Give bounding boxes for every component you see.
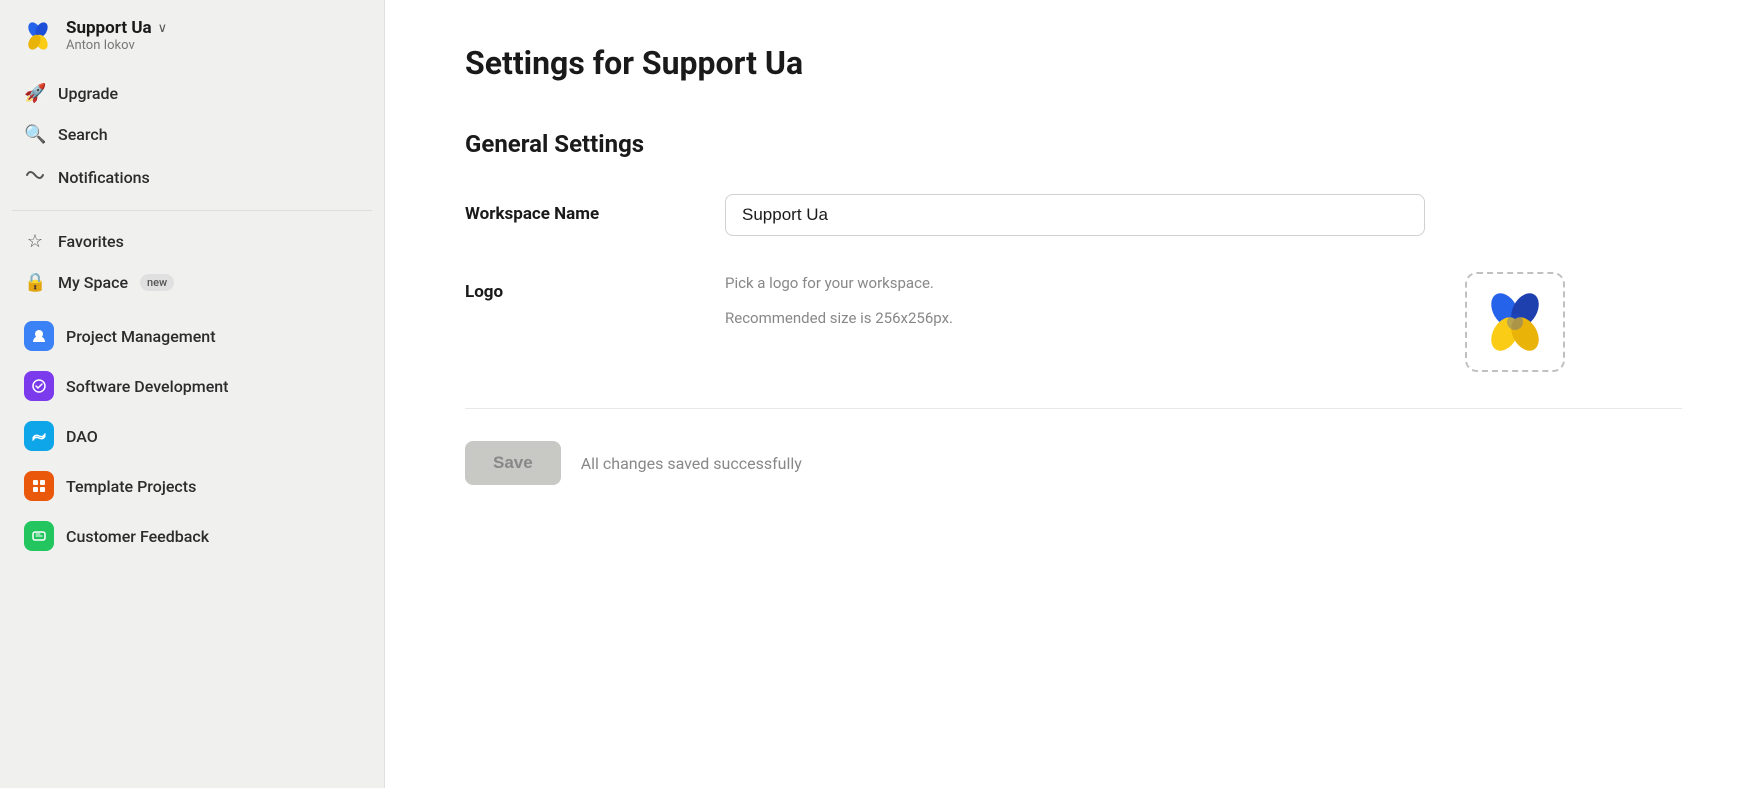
save-button[interactable]: Save (465, 441, 561, 485)
workspace-info: Support Ua ∨ Anton Iokov (66, 18, 167, 53)
sidebar-item-dao-label: DAO (66, 427, 98, 446)
workspace-name-input[interactable] (725, 194, 1425, 236)
section-title: General Settings (465, 130, 1682, 158)
notifications-icon (24, 165, 46, 190)
logo-preview[interactable] (1465, 272, 1565, 372)
sidebar-item-dao[interactable]: DAO (10, 411, 374, 461)
workspace-name-row: Workspace Name (465, 194, 1682, 236)
section-divider (465, 408, 1682, 409)
sidebar-item-my-space-label: My Space (58, 273, 128, 292)
sidebar-item-customer-feedback-label: Customer Feedback (66, 527, 209, 546)
sidebar-item-search-label: Search (58, 125, 108, 144)
logo-description-line2: Recommended size is 256x256px. (725, 307, 1425, 330)
sidebar: Support Ua ∨ Anton Iokov 🚀 Upgrade 🔍 Sea… (0, 0, 385, 788)
workspace-logo-icon (22, 20, 54, 52)
sidebar-item-favorites-label: Favorites (58, 232, 124, 251)
sidebar-item-project-management[interactable]: Project Management (10, 311, 374, 361)
workspace-name-control (725, 194, 1425, 236)
save-success-message: All changes saved successfully (581, 454, 802, 473)
chevron-down-icon: ∨ (158, 21, 168, 36)
template-projects-icon (24, 471, 54, 501)
sidebar-item-notifications[interactable]: Notifications (10, 155, 374, 200)
sidebar-item-upgrade[interactable]: 🚀 Upgrade (10, 73, 374, 114)
sidebar-item-favorites[interactable]: ☆ Favorites (10, 221, 374, 262)
lock-icon: 🔒 (24, 272, 46, 293)
workspace-user-label: Anton Iokov (66, 38, 167, 53)
logo-label: Logo (465, 272, 685, 302)
project-management-icon (24, 321, 54, 351)
main-content: Settings for Support Ua General Settings… (385, 0, 1762, 788)
sidebar-item-customer-feedback[interactable]: Customer Feedback (10, 511, 374, 561)
sidebar-nav-mid: ☆ Favorites 🔒 My Space new (0, 217, 384, 307)
logo-row: Logo Pick a logo for your workspace. Rec… (465, 272, 1682, 372)
save-row: Save All changes saved successfully (465, 441, 1682, 485)
sidebar-item-search[interactable]: 🔍 Search (10, 114, 374, 155)
sidebar-item-template-projects-label: Template Projects (66, 477, 196, 496)
sidebar-divider-1 (12, 210, 372, 211)
sidebar-item-upgrade-label: Upgrade (58, 84, 118, 103)
software-development-icon (24, 371, 54, 401)
star-icon: ☆ (24, 231, 46, 252)
sidebar-item-my-space[interactable]: 🔒 My Space new (10, 262, 374, 303)
customer-feedback-icon (24, 521, 54, 551)
logo-description-line1: Pick a logo for your workspace. (725, 272, 1425, 295)
logo-preview-image (1475, 282, 1555, 362)
sidebar-item-notifications-label: Notifications (58, 168, 150, 187)
workspace-name-label: Support Ua (66, 18, 152, 38)
upgrade-icon: 🚀 (24, 83, 46, 104)
new-badge: new (140, 274, 174, 291)
logo-control: Pick a logo for your workspace. Recommen… (725, 272, 1425, 341)
search-icon: 🔍 (24, 124, 46, 145)
sidebar-item-software-development-label: Software Development (66, 377, 229, 396)
workspace-header[interactable]: Support Ua ∨ Anton Iokov (0, 0, 384, 69)
sidebar-nav-apps: Project Management Software Development … (0, 307, 384, 565)
dao-icon (24, 421, 54, 451)
page-title: Settings for Support Ua (465, 44, 1682, 82)
sidebar-item-project-management-label: Project Management (66, 327, 216, 346)
sidebar-item-software-development[interactable]: Software Development (10, 361, 374, 411)
workspace-name-label: Workspace Name (465, 194, 685, 224)
sidebar-item-template-projects[interactable]: Template Projects (10, 461, 374, 511)
sidebar-nav-top: 🚀 Upgrade 🔍 Search Notifications (0, 69, 384, 204)
